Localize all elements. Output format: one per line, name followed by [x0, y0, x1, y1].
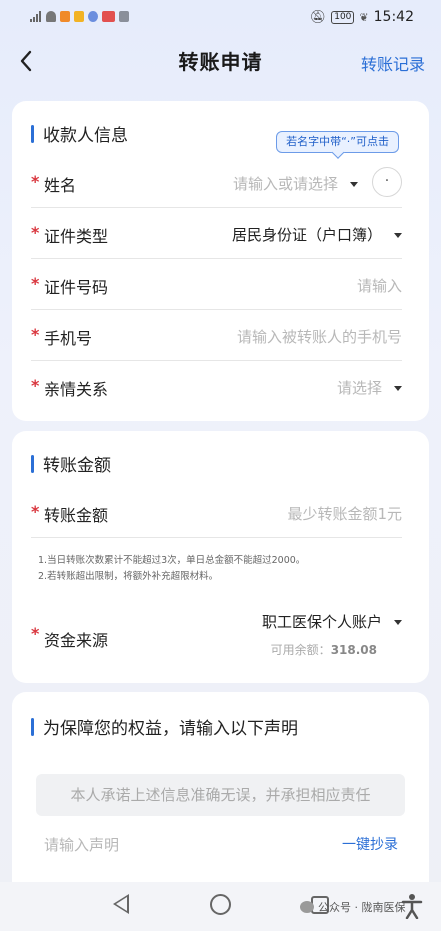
section-title: 收款人信息	[31, 121, 128, 146]
name-dot-hint-tooltip: 若名字中带“·”可点击	[276, 131, 399, 153]
field-label: 证件类型	[44, 227, 109, 246]
app-notification-icon	[74, 11, 84, 22]
field-label: 手机号	[44, 329, 93, 348]
id-number-input[interactable]: 请输入	[357, 275, 402, 296]
payee-info-card: 收款人信息 若名字中带“·”可点击 * 姓名 请输入或请选择 · * 证件类型 …	[12, 101, 429, 421]
required-asterisk: *	[31, 223, 40, 242]
field-label: 姓名	[44, 176, 77, 195]
battery-icon: 100	[331, 10, 355, 24]
wifi-icon	[46, 11, 56, 22]
dropdown-caret-icon	[394, 620, 402, 625]
statement-card: 为保障您的权益，请输入以下声明 本人承诺上述信息准确无误，并承担相应责任 请输入…	[12, 692, 429, 882]
transfer-amount-card: 转账金额 * 转账金额 最少转账金额1元 1.当日转账次数累计不能超过3次，单日…	[12, 431, 429, 683]
section-title: 转账金额	[31, 451, 111, 476]
required-asterisk: *	[31, 624, 40, 643]
phone-field-row[interactable]: * 手机号 请输入被转账人的手机号	[31, 310, 402, 361]
field-label: 亲情关系	[44, 380, 109, 399]
dropdown-caret-icon	[394, 386, 402, 391]
watermark: 公众号 · 陇南医保	[300, 899, 406, 915]
transfer-rules-note: 1.当日转账次数累计不能超过3次，单日总金额不能超过2000。 2.若转账超出限…	[38, 555, 306, 582]
section-marker	[31, 454, 34, 473]
leaf-icon: ❦	[359, 10, 369, 24]
nav-back-icon[interactable]	[113, 894, 129, 914]
dropdown-caret-icon	[350, 182, 358, 187]
required-asterisk: *	[31, 325, 40, 344]
app-notification-icon	[102, 11, 115, 22]
fund-source-select[interactable]: 职工医保个人账户	[262, 611, 402, 632]
wechat-icon	[300, 901, 314, 913]
section-marker	[31, 717, 34, 736]
section-title: 为保障您的权益，请输入以下声明	[31, 714, 298, 739]
clock-time: 15:42	[373, 9, 414, 25]
signal-icon	[30, 11, 42, 22]
relation-select[interactable]: 请选择	[337, 377, 402, 398]
accessibility-icon[interactable]	[401, 893, 423, 919]
required-asterisk: *	[31, 172, 40, 191]
status-bar: 🔕︎ 100 ❦ 15:42	[0, 0, 441, 34]
name-input[interactable]: 请输入或请选择	[233, 173, 358, 194]
transfer-records-link[interactable]: 转账记录	[361, 51, 425, 75]
amount-input[interactable]: 最少转账金额1元	[287, 503, 402, 524]
id-type-select[interactable]: 居民身份证（户口簿）	[232, 224, 402, 245]
required-asterisk: *	[31, 274, 40, 293]
one-click-copy-button[interactable]: 一键抄录	[342, 834, 398, 854]
field-label: 转账金额	[44, 506, 109, 525]
relation-field-row[interactable]: * 亲情关系 请选择	[31, 361, 402, 412]
section-marker	[31, 124, 34, 143]
insert-dot-button[interactable]: ·	[372, 167, 402, 197]
mute-icon: 🔕︎	[309, 9, 327, 25]
required-asterisk: *	[31, 502, 40, 521]
id-type-field-row[interactable]: * 证件类型 居民身份证（户口簿）	[31, 208, 402, 259]
required-asterisk: *	[31, 376, 40, 395]
amount-field-row[interactable]: * 转账金额 最少转账金额1元	[31, 487, 402, 538]
id-number-field-row[interactable]: * 证件号码 请输入	[31, 259, 402, 310]
top-header: 转账申请 转账记录	[0, 34, 441, 90]
field-label: 资金来源	[44, 631, 109, 650]
app-notification-icon	[60, 11, 70, 22]
statement-input[interactable]: 请输入声明	[44, 834, 119, 855]
music-icon	[88, 11, 98, 22]
statement-reference-text: 本人承诺上述信息准确无误，并承担相应责任	[36, 774, 405, 816]
field-label: 证件号码	[44, 278, 109, 297]
available-balance: 可用余额：318.08	[270, 643, 377, 657]
nav-home-icon[interactable]	[210, 894, 231, 915]
name-field-row[interactable]: * 姓名 请输入或请选择 ·	[31, 157, 402, 208]
phone-input[interactable]: 请输入被转账人的手机号	[237, 326, 402, 347]
app-notification-icon	[119, 11, 129, 22]
status-icons-left	[30, 11, 129, 22]
dropdown-caret-icon	[394, 233, 402, 238]
